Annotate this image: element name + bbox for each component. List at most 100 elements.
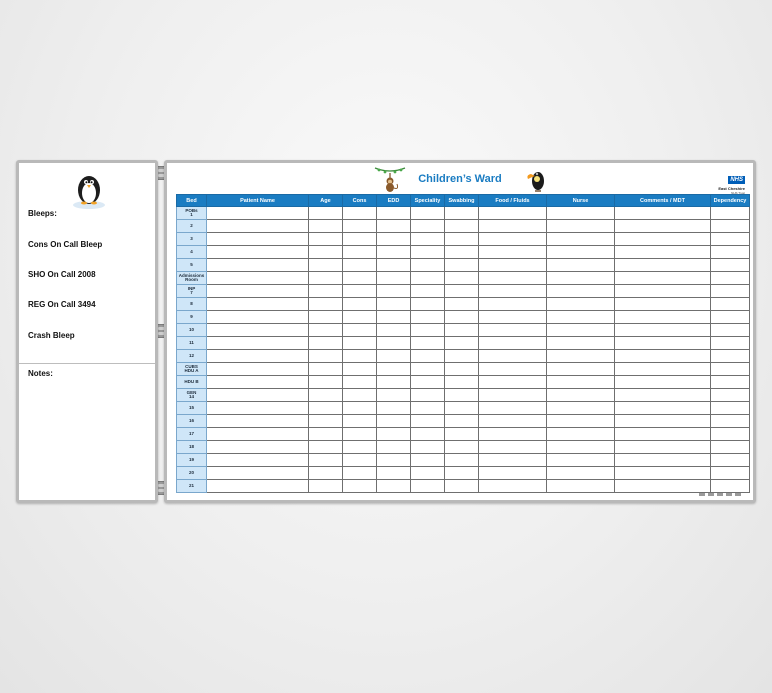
entry-cell[interactable] — [410, 427, 445, 441]
entry-cell[interactable] — [206, 453, 309, 467]
entry-cell[interactable] — [410, 219, 445, 233]
entry-cell[interactable] — [546, 323, 615, 337]
entry-cell[interactable] — [478, 245, 547, 259]
entry-cell[interactable] — [376, 219, 411, 233]
entry-cell[interactable] — [478, 414, 547, 428]
entry-cell[interactable] — [376, 414, 411, 428]
entry-cell[interactable] — [546, 388, 615, 402]
entry-cell[interactable] — [710, 323, 750, 337]
entry-cell[interactable] — [546, 297, 615, 311]
entry-cell[interactable] — [206, 388, 309, 402]
entry-cell[interactable] — [376, 284, 411, 298]
entry-cell[interactable] — [410, 440, 445, 454]
entry-cell[interactable] — [478, 427, 547, 441]
entry-cell[interactable] — [410, 453, 445, 467]
entry-cell[interactable] — [342, 375, 377, 389]
entry-cell[interactable] — [376, 206, 411, 220]
entry-cell[interactable] — [308, 206, 343, 220]
entry-cell[interactable] — [206, 375, 309, 389]
entry-cell[interactable] — [478, 375, 547, 389]
entry-cell[interactable] — [376, 466, 411, 480]
entry-cell[interactable] — [206, 401, 309, 415]
entry-cell[interactable] — [376, 375, 411, 389]
entry-cell[interactable] — [444, 414, 479, 428]
entry-cell[interactable] — [710, 219, 750, 233]
entry-cell[interactable] — [444, 310, 479, 324]
entry-cell[interactable] — [478, 466, 547, 480]
entry-cell[interactable] — [546, 427, 615, 441]
entry-cell[interactable] — [546, 479, 615, 493]
entry-cell[interactable] — [376, 258, 411, 272]
entry-cell[interactable] — [478, 479, 547, 493]
entry-cell[interactable] — [710, 362, 750, 376]
entry-cell[interactable] — [614, 401, 711, 415]
entry-cell[interactable] — [206, 245, 309, 259]
entry-cell[interactable] — [376, 362, 411, 376]
entry-cell[interactable] — [206, 284, 309, 298]
entry-cell[interactable] — [308, 414, 343, 428]
entry-cell[interactable] — [478, 349, 547, 363]
entry-cell[interactable] — [614, 284, 711, 298]
entry-cell[interactable] — [710, 401, 750, 415]
entry-cell[interactable] — [410, 336, 445, 350]
entry-cell[interactable] — [376, 349, 411, 363]
entry-cell[interactable] — [444, 401, 479, 415]
entry-cell[interactable] — [710, 453, 750, 467]
entry-cell[interactable] — [206, 479, 309, 493]
entry-cell[interactable] — [342, 297, 377, 311]
entry-cell[interactable] — [546, 258, 615, 272]
entry-cell[interactable] — [444, 453, 479, 467]
entry-cell[interactable] — [444, 232, 479, 246]
entry-cell[interactable] — [206, 440, 309, 454]
entry-cell[interactable] — [206, 427, 309, 441]
entry-cell[interactable] — [342, 232, 377, 246]
entry-cell[interactable] — [342, 245, 377, 259]
entry-cell[interactable] — [614, 258, 711, 272]
entry-cell[interactable] — [376, 297, 411, 311]
entry-cell[interactable] — [376, 245, 411, 259]
entry-cell[interactable] — [308, 362, 343, 376]
entry-cell[interactable] — [410, 375, 445, 389]
entry-cell[interactable] — [308, 375, 343, 389]
entry-cell[interactable] — [478, 323, 547, 337]
entry-cell[interactable] — [546, 414, 615, 428]
entry-cell[interactable] — [206, 362, 309, 376]
entry-cell[interactable] — [342, 284, 377, 298]
entry-cell[interactable] — [614, 453, 711, 467]
entry-cell[interactable] — [342, 206, 377, 220]
entry-cell[interactable] — [710, 479, 750, 493]
entry-cell[interactable] — [546, 401, 615, 415]
entry-cell[interactable] — [410, 310, 445, 324]
entry-cell[interactable] — [308, 219, 343, 233]
entry-cell[interactable] — [444, 427, 479, 441]
entry-cell[interactable] — [710, 284, 750, 298]
entry-cell[interactable] — [444, 219, 479, 233]
entry-cell[interactable] — [710, 466, 750, 480]
entry-cell[interactable] — [308, 453, 343, 467]
entry-cell[interactable] — [444, 206, 479, 220]
entry-cell[interactable] — [308, 297, 343, 311]
entry-cell[interactable] — [710, 427, 750, 441]
entry-cell[interactable] — [710, 349, 750, 363]
entry-cell[interactable] — [206, 206, 309, 220]
entry-cell[interactable] — [614, 271, 711, 285]
entry-cell[interactable] — [478, 310, 547, 324]
entry-cell[interactable] — [614, 440, 711, 454]
entry-cell[interactable] — [710, 336, 750, 350]
entry-cell[interactable] — [376, 271, 411, 285]
entry-cell[interactable] — [478, 297, 547, 311]
entry-cell[interactable] — [478, 336, 547, 350]
entry-cell[interactable] — [478, 440, 547, 454]
entry-cell[interactable] — [614, 427, 711, 441]
entry-cell[interactable] — [546, 453, 615, 467]
entry-cell[interactable] — [710, 258, 750, 272]
entry-cell[interactable] — [444, 362, 479, 376]
entry-cell[interactable] — [444, 258, 479, 272]
entry-cell[interactable] — [410, 414, 445, 428]
entry-cell[interactable] — [206, 336, 309, 350]
entry-cell[interactable] — [710, 375, 750, 389]
entry-cell[interactable] — [478, 271, 547, 285]
entry-cell[interactable] — [410, 323, 445, 337]
entry-cell[interactable] — [614, 206, 711, 220]
entry-cell[interactable] — [342, 362, 377, 376]
